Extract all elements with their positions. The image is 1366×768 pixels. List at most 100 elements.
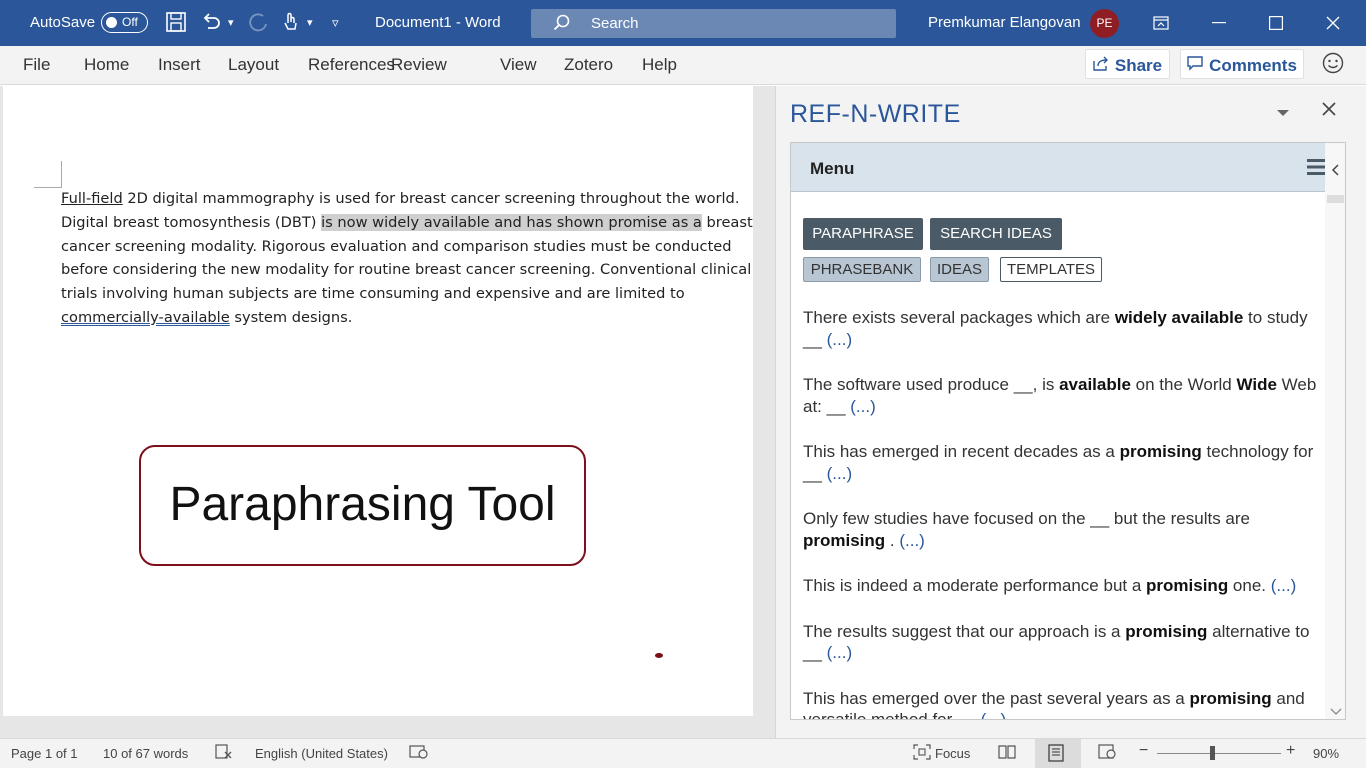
page-count[interactable]: Page 1 of 1 bbox=[11, 746, 78, 761]
avatar[interactable]: PE bbox=[1090, 9, 1119, 38]
margin-corner-mark bbox=[34, 161, 62, 188]
paraphrasing-tool-callout: Paraphrasing Tool bbox=[139, 445, 586, 566]
keyword: widely available bbox=[1114, 308, 1244, 327]
phrasebank-tag[interactable]: PHRASEBANK bbox=[803, 257, 921, 282]
pane-close-icon[interactable] bbox=[1322, 102, 1336, 121]
customize-toolbar-icon[interactable]: ▿ bbox=[332, 11, 339, 35]
more-link[interactable]: (...) bbox=[981, 710, 1007, 719]
keyword: promising bbox=[1146, 576, 1229, 595]
phrase-result[interactable]: This has emerged in recent decades as a … bbox=[803, 441, 1323, 484]
tab-home[interactable]: Home bbox=[84, 55, 129, 75]
phrase-result[interactable]: The results suggest that our approach is… bbox=[803, 621, 1323, 664]
focus-icon[interactable] bbox=[913, 744, 931, 763]
selected-text[interactable]: is now widely available and has shown pr… bbox=[321, 213, 702, 231]
comments-button[interactable]: Comments bbox=[1180, 49, 1304, 79]
touch-dropdown-icon[interactable]: ▾ bbox=[307, 11, 313, 35]
keyword: promising bbox=[1189, 688, 1272, 708]
phrase-result[interactable]: The software used produce __, is availab… bbox=[803, 374, 1323, 417]
tab-view[interactable]: View bbox=[500, 55, 537, 75]
undo-icon[interactable] bbox=[200, 11, 222, 35]
tab-help[interactable]: Help bbox=[642, 55, 677, 75]
paraphrase-button[interactable]: PARAPHRASE bbox=[803, 218, 923, 250]
document-canvas: Full-field 2D digital mammography is use… bbox=[0, 86, 775, 738]
result-text: one. bbox=[1228, 576, 1271, 595]
grammar-flag-commercially[interactable]: commercially-available bbox=[61, 309, 230, 326]
accessibility-icon[interactable] bbox=[409, 744, 429, 763]
zoom-slider-track[interactable] bbox=[1157, 753, 1281, 754]
result-text: This has emerged over the past several y… bbox=[803, 688, 1190, 708]
maximize-icon[interactable] bbox=[1253, 0, 1299, 46]
autosave-label: AutoSave bbox=[30, 14, 96, 31]
status-bar: Page 1 of 1 10 of 67 words English (Unit… bbox=[0, 738, 1366, 768]
word-count[interactable]: 10 of 67 words bbox=[103, 746, 188, 761]
spelling-flag-fullfield[interactable]: Full-field bbox=[61, 190, 123, 207]
feedback-smiley-icon[interactable] bbox=[1322, 52, 1344, 79]
more-link[interactable]: (...) bbox=[1271, 576, 1297, 595]
result-text: This has emerged in recent decades as a bbox=[803, 442, 1120, 461]
zoom-in-icon[interactable]: + bbox=[1286, 742, 1295, 760]
hamburger-icon[interactable] bbox=[1307, 159, 1327, 180]
paragraph-text-3: system designs. bbox=[229, 308, 353, 326]
close-icon[interactable] bbox=[1310, 0, 1356, 46]
read-mode-icon[interactable] bbox=[998, 744, 1016, 763]
search-placeholder: Search bbox=[591, 15, 639, 32]
redo-icon bbox=[248, 11, 270, 35]
ribbon-display-options-icon[interactable] bbox=[1138, 0, 1184, 46]
more-link[interactable]: (...) bbox=[899, 531, 925, 550]
tab-zotero[interactable]: Zotero bbox=[564, 55, 613, 75]
more-link[interactable]: (...) bbox=[827, 464, 853, 483]
proofing-icon[interactable] bbox=[215, 744, 233, 763]
undo-dropdown-icon[interactable]: ▾ bbox=[228, 11, 234, 35]
document-paragraph[interactable]: Full-field 2D digital mammography is use… bbox=[61, 187, 761, 330]
minimize-icon[interactable] bbox=[1196, 0, 1242, 46]
document-page[interactable]: Full-field 2D digital mammography is use… bbox=[3, 86, 753, 716]
autosave-toggle[interactable]: Off bbox=[101, 12, 148, 33]
print-layout-icon[interactable] bbox=[1048, 744, 1064, 765]
document-title: Document1 - Word bbox=[375, 14, 501, 31]
result-text: The results suggest that our approach is… bbox=[803, 621, 1126, 641]
tab-insert[interactable]: Insert bbox=[158, 55, 201, 75]
search-ideas-button[interactable]: SEARCH IDEAS bbox=[930, 218, 1062, 250]
phrase-results-list: There exists several packages which are … bbox=[803, 307, 1323, 720]
zoom-out-icon[interactable]: − bbox=[1139, 742, 1148, 760]
refnwrite-panel: Menu PARAPHRASE SEARCH IDEAS PHRASEBANK … bbox=[790, 142, 1346, 720]
share-button[interactable]: Share bbox=[1085, 49, 1170, 79]
tab-references[interactable]: References bbox=[308, 55, 395, 75]
phrase-result[interactable]: There exists several packages which are … bbox=[803, 307, 1323, 350]
keyword: promising bbox=[1119, 442, 1202, 461]
language-status[interactable]: English (United States) bbox=[255, 746, 388, 761]
toggle-knob bbox=[106, 17, 117, 28]
keyword: promising bbox=[803, 530, 886, 550]
zoom-slider-thumb[interactable] bbox=[1209, 746, 1215, 760]
pane-options-dropdown-icon[interactable] bbox=[1276, 104, 1290, 122]
ribbon-tabs: File Home Insert Layout References Revie… bbox=[0, 46, 1366, 85]
phrase-result[interactable]: Only few studies have focused on the __ … bbox=[803, 508, 1323, 551]
more-link[interactable]: (...) bbox=[827, 643, 853, 662]
templates-tag[interactable]: TEMPLATES bbox=[1000, 257, 1102, 282]
keyword: available bbox=[1059, 375, 1131, 394]
result-text: There exists several packages which are bbox=[803, 308, 1115, 327]
zoom-level[interactable]: 90% bbox=[1313, 746, 1339, 761]
menu-header[interactable]: Menu bbox=[791, 143, 1327, 192]
tab-layout[interactable]: Layout bbox=[228, 55, 279, 75]
touch-mode-icon[interactable] bbox=[280, 11, 300, 35]
web-layout-icon[interactable] bbox=[1098, 744, 1116, 763]
scrollbar-thumb[interactable] bbox=[1327, 195, 1344, 203]
panel-scrollbar[interactable] bbox=[1325, 143, 1345, 719]
result-text: on the World bbox=[1130, 375, 1237, 394]
search-box[interactable]: Search bbox=[531, 9, 896, 38]
save-icon[interactable] bbox=[165, 11, 187, 35]
tab-file[interactable]: File bbox=[23, 55, 50, 75]
phrase-result[interactable]: This is indeed a moderate performance bu… bbox=[803, 575, 1323, 597]
result-text: This is indeed a moderate performance bu… bbox=[803, 576, 1147, 595]
more-link[interactable]: (...) bbox=[850, 397, 876, 416]
scroll-down-icon[interactable] bbox=[1330, 703, 1342, 719]
tab-review[interactable]: Review bbox=[391, 55, 447, 75]
user-name[interactable]: Premkumar Elangovan bbox=[928, 14, 1081, 31]
phrase-result[interactable]: This has emerged over the past several y… bbox=[803, 688, 1323, 720]
collapse-chevron-icon[interactable] bbox=[1331, 163, 1339, 181]
more-link[interactable]: (...) bbox=[827, 330, 853, 349]
focus-label[interactable]: Focus bbox=[935, 746, 970, 761]
ideas-tag[interactable]: IDEAS bbox=[930, 257, 989, 282]
keyword: promising bbox=[1125, 621, 1208, 641]
